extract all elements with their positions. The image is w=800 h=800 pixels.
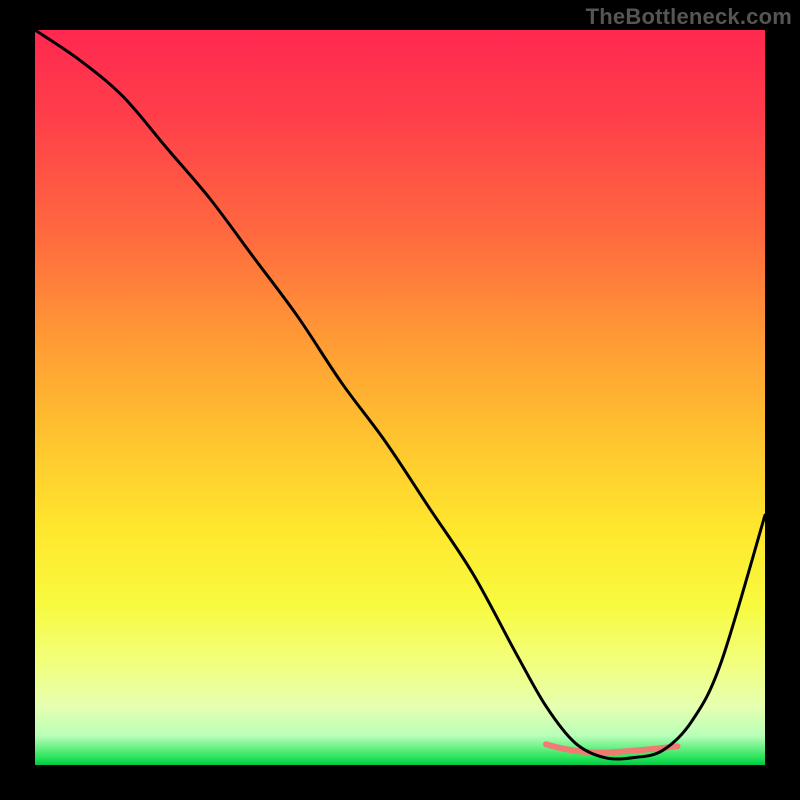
chart-frame: TheBottleneck.com xyxy=(0,0,800,800)
curve-svg xyxy=(35,30,765,765)
watermark-text: TheBottleneck.com xyxy=(586,4,792,30)
bottleneck-curve xyxy=(35,30,765,759)
plot-area xyxy=(35,30,765,765)
